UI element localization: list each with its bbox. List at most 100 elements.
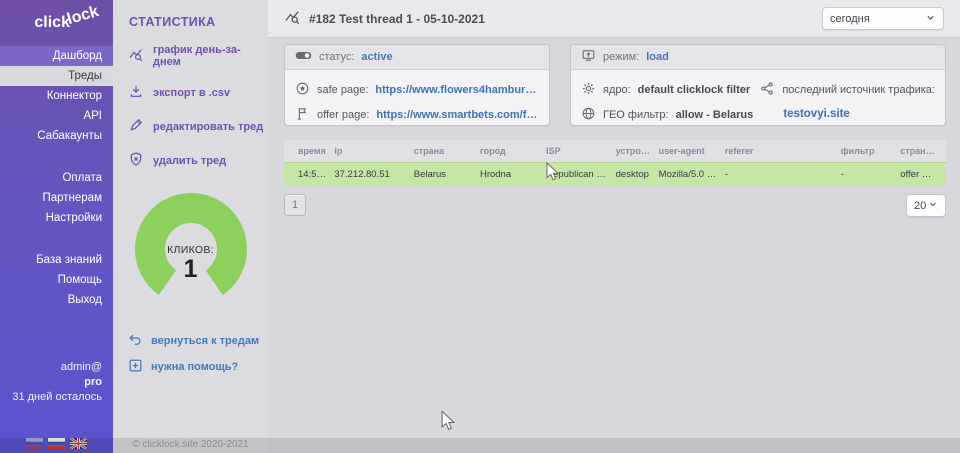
safe-page-row: safe page: https://www.flowers4hamburg.c… (295, 81, 539, 99)
clicks-table: время ip страна город ISP устройство use… (284, 140, 946, 186)
sidebar-item-payment[interactable]: Оплата (0, 168, 113, 188)
col-time: время (284, 146, 330, 156)
sidebar-item-api[interactable]: API (0, 106, 113, 126)
col-city: город (476, 146, 542, 156)
col-country: страна (410, 146, 476, 156)
main-header: #182 Test thread 1 - 05-10-2021 сегодня (268, 0, 960, 38)
link-back-to-threads[interactable]: вернуться к тредам (128, 332, 268, 350)
sidebar-item-help[interactable]: Помощь (0, 270, 113, 290)
sidebar-item-connector[interactable]: Коннектор (0, 86, 113, 106)
link-need-help[interactable]: нужна помощь? (128, 358, 268, 376)
account-plan: pro (0, 375, 102, 390)
period-select[interactable]: сегодня (822, 7, 944, 30)
gauge-center: КЛИКОВ: 1 (129, 244, 253, 282)
status-value: active (361, 51, 392, 63)
link-label: нужна помощь? (151, 361, 238, 373)
toggle-icon (295, 49, 312, 65)
safe-page-label: safe page: (317, 84, 368, 96)
cell-ip: 37.212.80.51 (330, 169, 409, 180)
download-icon (128, 83, 144, 102)
undo-icon (128, 332, 143, 350)
flag-ru-dim-icon[interactable] (26, 438, 43, 449)
help-plus-icon (128, 358, 143, 376)
cell-filter: - (837, 169, 897, 180)
col-filter: фильтр (837, 146, 897, 156)
status-panel: статус: active safe page: https://www.fl… (284, 44, 550, 126)
globe-icon (581, 106, 596, 124)
col-page: страница (896, 146, 946, 156)
period-select-value: сегодня (830, 13, 870, 25)
cell-referer: - (721, 169, 837, 180)
shield-star-icon (295, 81, 310, 99)
traffic-source-row: последний источник трафика: (760, 81, 935, 99)
sidebar-item-settings[interactable]: Настройки (0, 208, 113, 228)
action-delete-thread[interactable]: удалить тред (128, 151, 268, 170)
table-row: 14:58:52 37.212.80.51 Belarus Hrodna Rep… (284, 162, 946, 186)
cell-country: Belarus (410, 169, 476, 180)
mode-panel-right-col: последний источник трафика: testovyi.sit… (760, 74, 935, 124)
traffic-source-label: последний источник трафика: (782, 84, 935, 96)
clicklock-app: clicklock Дашборд Треды Коннектор API Са… (0, 0, 960, 453)
action-chart-day-by-day[interactable]: график день-за-днем (128, 44, 268, 68)
sidebar-item-dashboard[interactable]: Дашборд (0, 46, 113, 66)
sidebar-item-partners[interactable]: Партнерам (0, 188, 113, 208)
mode-panel-left-col: ядро: default clicklock filter ГЕО фильт… (581, 74, 760, 124)
offer-page-link[interactable]: https://www.smartbets.com/football/tea..… (376, 109, 539, 121)
screen-icon (581, 48, 596, 66)
share-icon (760, 81, 775, 99)
col-device: устройство (612, 146, 655, 156)
sidebar-item-knowledge-base[interactable]: База знаний (0, 250, 113, 270)
traffic-source-link[interactable]: testovyi.site (783, 108, 935, 120)
sidebar-item-subaccounts[interactable]: Сабакаунты (0, 126, 113, 146)
chevron-down-icon (928, 199, 938, 212)
sidebar-item-logout[interactable]: Выход (0, 290, 113, 310)
clicks-gauge: КЛИКОВ: 1 (129, 190, 253, 308)
action-label: удалить тред (153, 155, 226, 167)
clicklock-logo[interactable]: clicklock (0, 0, 113, 32)
mode-panel: режим: load ядро: default clicklock filt… (570, 44, 946, 126)
flag-ru-icon[interactable] (48, 438, 65, 449)
flag-en-icon[interactable] (70, 438, 87, 449)
cell-user-agent: Mozilla/5.0 (Win... (655, 169, 721, 180)
gear-icon (581, 81, 596, 99)
link-label: вернуться к тредам (151, 335, 259, 347)
stats-links: вернуться к тредам нужна помощь? (128, 332, 268, 376)
safe-page-link[interactable]: https://www.flowers4hamburg.com/ (375, 84, 539, 96)
sidebar-nav: Дашборд Треды Коннектор API Сабакаунты О… (0, 46, 113, 310)
account-info: admin@ pro 31 дней осталось (0, 360, 113, 405)
info-panels: статус: active safe page: https://www.fl… (268, 38, 960, 126)
action-edit-thread[interactable]: редактировать тред (128, 117, 268, 136)
pencil-icon (128, 117, 144, 136)
gauge-value: 1 (129, 256, 253, 282)
action-export-csv[interactable]: экспорт в .csv (128, 83, 268, 102)
account-email: admin@ (0, 360, 102, 375)
chart-search-icon (128, 47, 144, 66)
action-label: экспорт в .csv (153, 87, 230, 99)
stats-title: СТАТИСТИКА (113, 0, 268, 29)
language-switcher (0, 438, 113, 449)
sidebar-item-threads[interactable]: Треды (0, 66, 113, 86)
cell-city: Hrodna (476, 169, 542, 180)
col-ip: ip (330, 146, 409, 156)
main-content: #182 Test thread 1 - 05-10-2021 сегодня … (268, 0, 960, 453)
status-panel-body: safe page: https://www.flowers4hamburg.c… (285, 70, 549, 124)
page-1-button[interactable]: 1 (284, 194, 306, 216)
copyright: © clicklock.site 2020-2021 (113, 439, 268, 450)
core-label: ядро: (603, 84, 631, 96)
stats-panel: СТАТИСТИКА график день-за-днем экспорт в… (113, 0, 268, 453)
action-label: редактировать тред (153, 121, 263, 133)
logo-lock: lock (65, 3, 101, 29)
sidebar: clicklock Дашборд Треды Коннектор API Са… (0, 0, 113, 453)
cell-isp: Republican Unita... (542, 169, 612, 180)
offer-page-row: offer page: https://www.smartbets.com/fo… (295, 106, 539, 124)
geo-filter-value: allow - Belarus (676, 109, 754, 121)
status-panel-header: статус: active (285, 45, 549, 70)
action-label: график день-за-днем (153, 44, 268, 68)
status-label: статус: (319, 51, 354, 63)
per-page-select[interactable]: 20 (906, 194, 946, 217)
table-header-row: время ip страна город ISP устройство use… (284, 140, 946, 162)
chevron-down-icon (925, 12, 936, 26)
geo-filter-label: ГЕО фильтр: (603, 109, 669, 121)
col-isp: ISP (542, 146, 612, 156)
logo-click: click (34, 14, 70, 31)
